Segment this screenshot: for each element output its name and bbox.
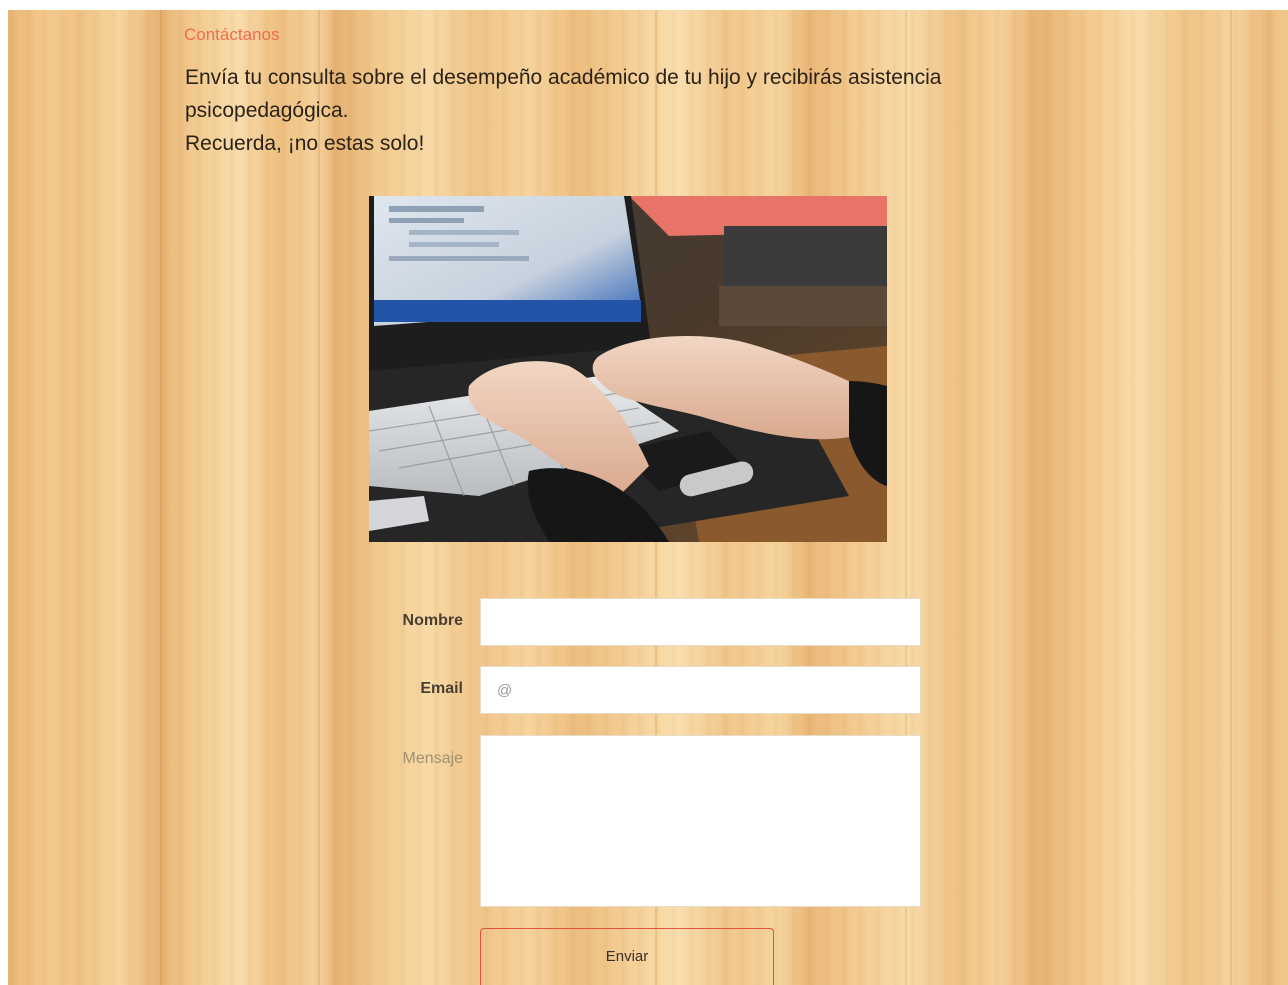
laptop-typing-photo: [369, 196, 887, 542]
email-input[interactable]: [480, 666, 921, 714]
intro-line: Recuerda, ¡no estas solo!: [185, 132, 425, 155]
intro-line: Envía tu consulta sobre el desempeño aca…: [185, 66, 942, 89]
name-input[interactable]: [480, 598, 921, 646]
wood-plank-seam: [160, 10, 162, 985]
intro-line: psicopedagógica.: [185, 99, 349, 122]
name-label: Nombre: [402, 612, 463, 629]
intro-text: Envía tu consulta sobre el desempeño aca…: [185, 61, 1085, 160]
message-label: Mensaje: [402, 750, 463, 767]
wood-plank-seam: [1230, 10, 1232, 985]
section-title: Contáctanos: [184, 25, 280, 44]
submit-button[interactable]: Enviar: [480, 928, 774, 985]
message-textarea[interactable]: [480, 735, 921, 907]
email-label: Email: [420, 680, 463, 697]
